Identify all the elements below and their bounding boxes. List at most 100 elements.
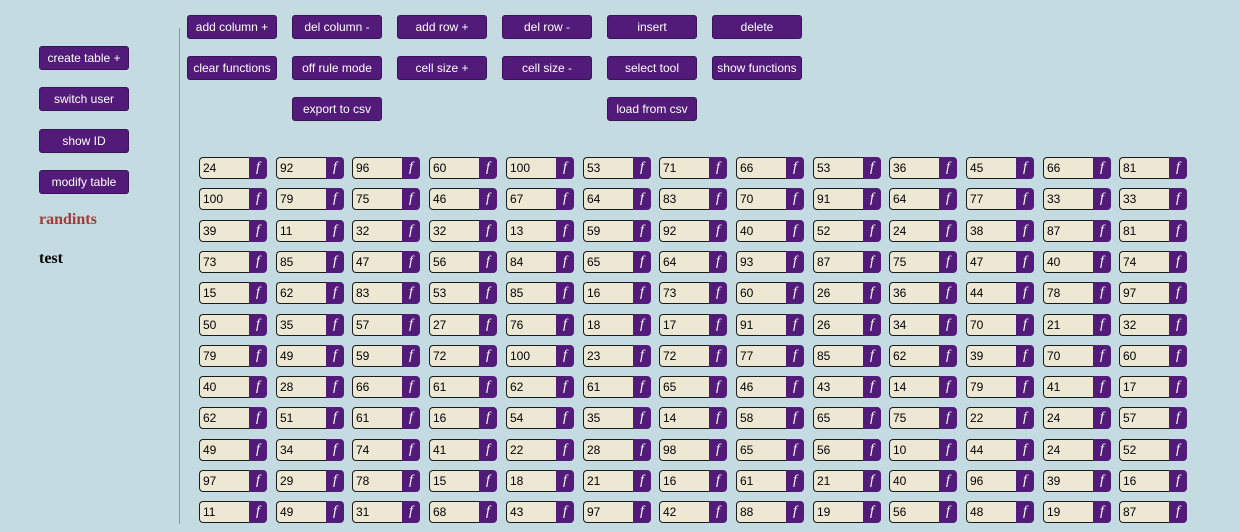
cell-input[interactable] xyxy=(659,376,710,398)
cell-input[interactable] xyxy=(966,376,1017,398)
cell-input[interactable] xyxy=(966,345,1017,367)
cell-input[interactable] xyxy=(1119,501,1170,523)
del-row-button[interactable]: del row - xyxy=(502,15,592,39)
cell-input[interactable] xyxy=(1043,376,1094,398)
cell-input[interactable] xyxy=(199,501,250,523)
cell-input[interactable] xyxy=(736,220,787,242)
cell-size-decrease-button[interactable]: cell size - xyxy=(502,56,592,80)
cell-input[interactable] xyxy=(966,501,1017,523)
function-icon[interactable]: f xyxy=(479,188,497,210)
cell-input[interactable] xyxy=(199,345,250,367)
function-icon[interactable]: f xyxy=(556,439,574,461)
function-icon[interactable]: f xyxy=(1016,188,1034,210)
function-icon[interactable]: f xyxy=(1093,345,1111,367)
cell-input[interactable] xyxy=(1043,188,1094,210)
cell-input[interactable] xyxy=(966,470,1017,492)
cell-input[interactable] xyxy=(659,251,710,273)
cell-input[interactable] xyxy=(889,220,940,242)
function-icon[interactable]: f xyxy=(479,470,497,492)
function-icon[interactable]: f xyxy=(709,157,727,179)
cell-input[interactable] xyxy=(1119,282,1170,304)
cell-input[interactable] xyxy=(429,376,480,398)
cell-input[interactable] xyxy=(506,220,557,242)
function-icon[interactable]: f xyxy=(633,220,651,242)
cell-input[interactable] xyxy=(429,251,480,273)
cell-input[interactable] xyxy=(889,407,940,429)
cell-input[interactable] xyxy=(1119,407,1170,429)
function-icon[interactable]: f xyxy=(633,314,651,336)
function-icon[interactable]: f xyxy=(249,501,267,523)
function-icon[interactable]: f xyxy=(1093,314,1111,336)
function-icon[interactable]: f xyxy=(863,188,881,210)
function-icon[interactable]: f xyxy=(249,188,267,210)
cell-input[interactable] xyxy=(352,314,403,336)
cell-input[interactable] xyxy=(429,188,480,210)
cell-input[interactable] xyxy=(429,501,480,523)
function-icon[interactable]: f xyxy=(939,501,957,523)
cell-input[interactable] xyxy=(1119,470,1170,492)
cell-input[interactable] xyxy=(736,345,787,367)
function-icon[interactable]: f xyxy=(326,345,344,367)
cell-input[interactable] xyxy=(506,501,557,523)
function-icon[interactable]: f xyxy=(1016,314,1034,336)
cell-input[interactable] xyxy=(1043,407,1094,429)
cell-input[interactable] xyxy=(966,282,1017,304)
cell-input[interactable] xyxy=(813,188,864,210)
cell-input[interactable] xyxy=(352,251,403,273)
function-icon[interactable]: f xyxy=(709,314,727,336)
function-icon[interactable]: f xyxy=(786,220,804,242)
cell-input[interactable] xyxy=(736,501,787,523)
cell-input[interactable] xyxy=(276,314,327,336)
function-icon[interactable]: f xyxy=(1093,501,1111,523)
cell-input[interactable] xyxy=(1119,188,1170,210)
function-icon[interactable]: f xyxy=(556,345,574,367)
function-icon[interactable]: f xyxy=(326,220,344,242)
cell-input[interactable] xyxy=(1119,439,1170,461)
cell-input[interactable] xyxy=(1119,220,1170,242)
function-icon[interactable]: f xyxy=(556,376,574,398)
function-icon[interactable]: f xyxy=(1016,251,1034,273)
cell-input[interactable] xyxy=(199,314,250,336)
insert-button[interactable]: insert xyxy=(607,15,697,39)
table-link-randints[interactable]: randints xyxy=(39,211,97,229)
cell-input[interactable] xyxy=(889,439,940,461)
cell-input[interactable] xyxy=(199,188,250,210)
cell-input[interactable] xyxy=(429,220,480,242)
function-icon[interactable]: f xyxy=(709,407,727,429)
cell-input[interactable] xyxy=(659,439,710,461)
function-icon[interactable]: f xyxy=(1169,220,1187,242)
function-icon[interactable]: f xyxy=(402,188,420,210)
cell-input[interactable] xyxy=(199,376,250,398)
function-icon[interactable]: f xyxy=(326,376,344,398)
function-icon[interactable]: f xyxy=(863,314,881,336)
add-row-button[interactable]: add row + xyxy=(397,15,487,39)
function-icon[interactable]: f xyxy=(939,376,957,398)
function-icon[interactable]: f xyxy=(1169,188,1187,210)
cell-input[interactable] xyxy=(583,501,634,523)
cell-input[interactable] xyxy=(352,407,403,429)
cell-input[interactable] xyxy=(429,314,480,336)
function-icon[interactable]: f xyxy=(786,314,804,336)
function-icon[interactable]: f xyxy=(326,314,344,336)
cell-input[interactable] xyxy=(889,188,940,210)
cell-input[interactable] xyxy=(506,376,557,398)
function-icon[interactable]: f xyxy=(1169,157,1187,179)
cell-input[interactable] xyxy=(276,345,327,367)
function-icon[interactable]: f xyxy=(786,470,804,492)
function-icon[interactable]: f xyxy=(1093,407,1111,429)
function-icon[interactable]: f xyxy=(786,251,804,273)
function-icon[interactable]: f xyxy=(1169,501,1187,523)
cell-input[interactable] xyxy=(1119,345,1170,367)
function-icon[interactable]: f xyxy=(479,157,497,179)
function-icon[interactable]: f xyxy=(402,376,420,398)
function-icon[interactable]: f xyxy=(633,501,651,523)
cell-input[interactable] xyxy=(429,282,480,304)
cell-input[interactable] xyxy=(889,376,940,398)
cell-input[interactable] xyxy=(506,407,557,429)
cell-input[interactable] xyxy=(199,220,250,242)
function-icon[interactable]: f xyxy=(1093,188,1111,210)
cell-input[interactable] xyxy=(1119,376,1170,398)
cell-input[interactable] xyxy=(1043,157,1094,179)
function-icon[interactable]: f xyxy=(249,376,267,398)
function-icon[interactable]: f xyxy=(556,220,574,242)
